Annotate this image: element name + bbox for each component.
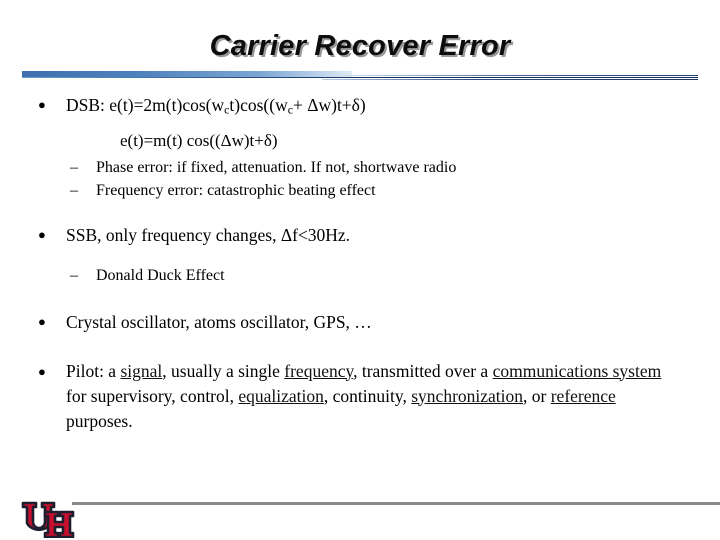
- link-communications-system[interactable]: communications system: [493, 361, 662, 381]
- sub-bullet-phase-error-label: Phase error: if fixed, attenuation. If n…: [96, 158, 457, 176]
- link-signal[interactable]: signal: [120, 361, 162, 381]
- pilot-text-4: for supervisory, control,: [66, 385, 239, 406]
- link-reference[interactable]: reference: [551, 386, 616, 406]
- link-frequency[interactable]: frequency: [284, 361, 353, 381]
- page-title: Carrier Recover Error: [209, 30, 511, 62]
- bullet-ssb-label: SSB, only frequency changes, Δf<30Hz.: [66, 224, 351, 245]
- header-divider: [22, 70, 698, 81]
- pilot-text-1: Pilot: a: [66, 360, 121, 381]
- pilot-text-2: , usually a single: [162, 360, 285, 381]
- sub-bullet-frequency-error-label: Frequency error: catastrophic beating ef…: [96, 181, 376, 199]
- slide-body: ● DSB: e(t)=2m(t)cos(wct)cos((wc+ Δw)t+δ…: [0, 92, 720, 434]
- uh-logo-icon: [20, 500, 78, 538]
- bullet-ssb: ● SSB, only frequency changes, Δf<30Hz.: [0, 222, 720, 248]
- footer-divider: [72, 502, 720, 505]
- bullet-oscillators-label: Crystal oscillator, atoms oscillator, GP…: [66, 311, 372, 332]
- bullet-dsb-text: DSB: e(t)=2m(t)cos(wct)cos((wc+ Δw)t+δ): [66, 95, 366, 117]
- sub-bullet-frequency-error: – Frequency error: catastrophic beating …: [0, 179, 720, 202]
- bullet-marker-icon: ●: [38, 97, 46, 112]
- bullet-oscillators: ● Crystal oscillator, atoms oscillator, …: [0, 309, 720, 335]
- sub-bullet-donald-duck: – Donald Duck Effect: [0, 264, 720, 287]
- link-equalization[interactable]: equalization: [238, 386, 324, 406]
- bullet-marker-icon: ●: [38, 363, 46, 379]
- header-divider-line-top: [22, 77, 698, 78]
- dash-marker-icon: –: [70, 181, 78, 199]
- bullet-pilot: ● Pilot: a signal, usually a single frequ…: [0, 359, 720, 434]
- pilot-text-5: , continuity,: [323, 385, 412, 406]
- sub-bullet-phase-error: – Phase error: if fixed, attenuation. If…: [0, 156, 720, 179]
- header-divider-line-mid: [342, 75, 698, 76]
- pilot-text-6: , or: [523, 385, 551, 406]
- dsb-prefix: DSB: e(t)=2m(t)cos(w: [66, 95, 225, 115]
- sub-bullet-donald-duck-label: Donald Duck Effect: [96, 266, 225, 284]
- dsb-suffix: + Δw)t+δ): [292, 95, 366, 115]
- bullet-dsb: ● DSB: e(t)=2m(t)cos(wct)cos((wc+ Δw)t+δ…: [0, 92, 720, 123]
- formula-line: e(t)=m(t) cos((Δw)t+δ): [120, 130, 278, 150]
- dash-marker-icon: –: [70, 158, 78, 176]
- pilot-text-7: purposes.: [66, 410, 133, 431]
- bullet-marker-icon: ●: [38, 226, 46, 242]
- dash-marker-icon: –: [70, 266, 78, 284]
- bullet-marker-icon: ●: [38, 313, 46, 329]
- dsb-middle: t)cos((w: [229, 95, 288, 115]
- pilot-text-3: , transmitted over a: [353, 360, 493, 381]
- header-divider-line-bottom: [322, 79, 698, 80]
- link-synchronization[interactable]: synchronization: [411, 386, 523, 406]
